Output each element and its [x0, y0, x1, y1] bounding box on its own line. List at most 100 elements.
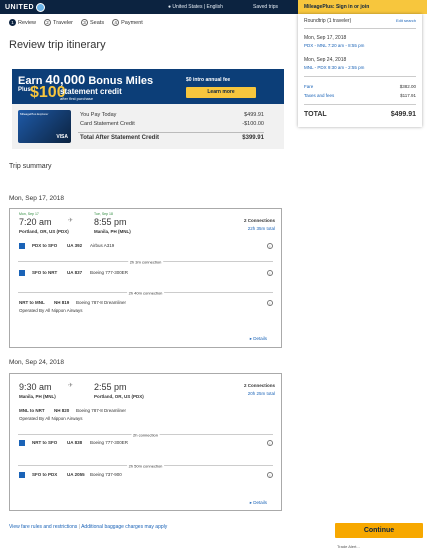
- fare-label[interactable]: Fare: [304, 84, 313, 89]
- edit-search-link[interactable]: Edit search: [396, 18, 416, 23]
- step-number: 4: [112, 19, 120, 26]
- taxes-value: $117.91: [400, 93, 416, 98]
- leg1-date: Mon, Sep 17, 2018: [304, 35, 347, 41]
- mileageplus-signin-link[interactable]: MileagePlus: Sign in or join: [298, 0, 427, 14]
- arr-city: Manila, PH (MNL): [94, 229, 131, 234]
- arr-date: Tue, Sep 18: [94, 212, 113, 216]
- layover-label: 2h 40m connection: [126, 290, 165, 296]
- card-name: MileagePlus Explorer: [20, 112, 49, 116]
- saved-trips-link[interactable]: Saved trips: [253, 4, 278, 10]
- globe-icon: [36, 3, 46, 12]
- credit-card-promo-banner[interactable]: Earn 40,000 Bonus Miles Plus $100 statem…: [12, 69, 284, 104]
- divider: [304, 104, 416, 105]
- fare-rules-link[interactable]: View fare rules and restrictions: [9, 524, 77, 530]
- united-logo[interactable]: UNITED: [5, 3, 46, 12]
- connections-count: 2 Connections: [243, 383, 275, 388]
- total-label: TOTAL: [304, 111, 327, 118]
- trip-type: Roundtrip (1 traveler): [304, 18, 352, 24]
- details-label: Details: [253, 500, 267, 505]
- promo-after-first: after first purchase: [60, 96, 94, 101]
- layover-divider: 2h connection: [18, 432, 273, 438]
- dep-time: 7:20 am: [19, 217, 52, 227]
- united-segment-icon: [19, 270, 25, 276]
- step-number: 2: [44, 19, 52, 26]
- united-segment-icon: [19, 472, 25, 478]
- logo-text: UNITED: [5, 4, 35, 11]
- operated-by: Operated By All Nippon Airways: [19, 308, 83, 313]
- fare-value: $382.00: [399, 84, 416, 89]
- dep-time: 9:30 am: [19, 382, 52, 392]
- info-icon[interactable]: i: [267, 472, 273, 478]
- step-payment[interactable]: 4 Payment: [112, 19, 143, 26]
- flight2-card: 9:30 am Manila, PH (MNL) ✈ 2:55 pm Portl…: [9, 373, 282, 511]
- step-label: Review: [18, 19, 37, 26]
- page-title: Review trip itinerary: [9, 39, 106, 51]
- info-icon[interactable]: i: [267, 270, 273, 276]
- airplane-icon: ✈: [68, 218, 74, 224]
- learn-more-button[interactable]: Learn more: [186, 87, 256, 98]
- dep-date: Mon, Sep 17: [19, 212, 39, 216]
- trip-summary-heading: Trip summary: [9, 163, 52, 170]
- operated-by: Operated By All Nippon Airways: [19, 416, 83, 421]
- divider: [304, 76, 416, 77]
- segment-aircraft: Boeing 787-8 Dreamliner: [76, 300, 127, 305]
- leg2-date: Mon, Sep 24, 2018: [304, 57, 347, 63]
- flight1-date-header: Mon, Sep 17, 2018: [9, 195, 64, 202]
- divider: [78, 132, 264, 133]
- card-savings-panel: MileagePlus Explorer VISA You Pay Today …: [12, 104, 284, 149]
- step-label: Traveler: [53, 19, 74, 26]
- continue-button[interactable]: Continue: [335, 523, 423, 538]
- total-value: $499.91: [390, 111, 416, 118]
- arr-city: Portland, OR, US (PDX): [94, 394, 144, 399]
- layover-label: 2h connection: [131, 432, 160, 438]
- info-icon[interactable]: i: [267, 243, 273, 249]
- step-review[interactable]: 1 Review: [9, 19, 36, 26]
- footer-links: View fare rules and restrictions | Addit…: [9, 524, 167, 530]
- flight2-date-header: Mon, Sep 24, 2018: [9, 359, 64, 366]
- segment-aircraft: Boeing 777-300ER: [90, 440, 129, 445]
- details-link[interactable]: ▸ Details: [250, 336, 267, 342]
- layover-divider: 2h 40m connection: [18, 290, 273, 296]
- leg1-info: PDX - MNL 7:20 am - 8:55 pm: [304, 43, 365, 48]
- taxes-label[interactable]: Taxes and fees: [304, 93, 334, 98]
- step-seats[interactable]: 3 Seats: [81, 19, 104, 26]
- connections-count: 2 Connections: [243, 218, 275, 223]
- segment-aircraft: Boeing 777-300ER: [90, 270, 129, 275]
- dep-city: Portland, OR, US (PDX): [19, 229, 69, 234]
- globe-small-icon: ●: [168, 4, 172, 10]
- info-icon[interactable]: i: [267, 440, 273, 446]
- total-duration: 22h 35m total: [247, 226, 275, 231]
- info-icon[interactable]: i: [267, 300, 273, 306]
- total-after-credit-label: Total After Statement Credit: [80, 135, 160, 141]
- arr-time: 8:55 pm: [94, 217, 127, 227]
- booking-steps: 1 Review 2 Traveler 3 Seats 4 Payment: [9, 19, 143, 26]
- arr-time: 2:55 pm: [94, 382, 127, 392]
- promo-plus: Plus: [18, 87, 31, 93]
- segment-aircraft: Airbus A319: [90, 243, 115, 248]
- united-segment-icon: [19, 243, 25, 249]
- step-label: Seats: [90, 19, 105, 26]
- segment-aircraft: Boeing 737-900: [90, 472, 122, 477]
- baggage-charges-link[interactable]: Additional baggage charges may apply: [81, 524, 167, 530]
- segment-aircraft: Boeing 787-8 Dreamliner: [76, 408, 127, 413]
- step-label: Payment: [121, 19, 143, 26]
- airplane-icon: ✈: [68, 383, 74, 389]
- details-label: Details: [253, 336, 267, 341]
- credit-label: Card Statement Credit: [80, 121, 135, 127]
- top-navigation-bar: UNITED ● United States | English Saved t…: [0, 0, 427, 14]
- step-traveler[interactable]: 2 Traveler: [44, 19, 73, 26]
- divider: [304, 28, 416, 29]
- layover-divider: 2h 50m connection: [18, 463, 273, 469]
- you-pay-value: $499.91: [244, 112, 264, 118]
- step-number: 3: [81, 19, 89, 26]
- country-language-link[interactable]: ● United States | English: [168, 4, 223, 10]
- price-summary-panel: Roundtrip (1 traveler) Edit search Mon, …: [298, 14, 422, 127]
- credit-value: -$100.00: [242, 121, 264, 127]
- flight1-card: Mon, Sep 17 7:20 am Portland, OR, US (PD…: [9, 208, 282, 348]
- promo-intro-fee: $0 intro annual fee: [186, 77, 231, 83]
- country-language-label: United States | English: [172, 4, 223, 10]
- you-pay-label: You Pay Today: [80, 112, 117, 118]
- leg2-info: MNL - PDX 9:30 am - 2:55 pm: [304, 65, 365, 70]
- step-number: 1: [9, 19, 16, 26]
- details-link[interactable]: ▸ Details: [250, 500, 267, 506]
